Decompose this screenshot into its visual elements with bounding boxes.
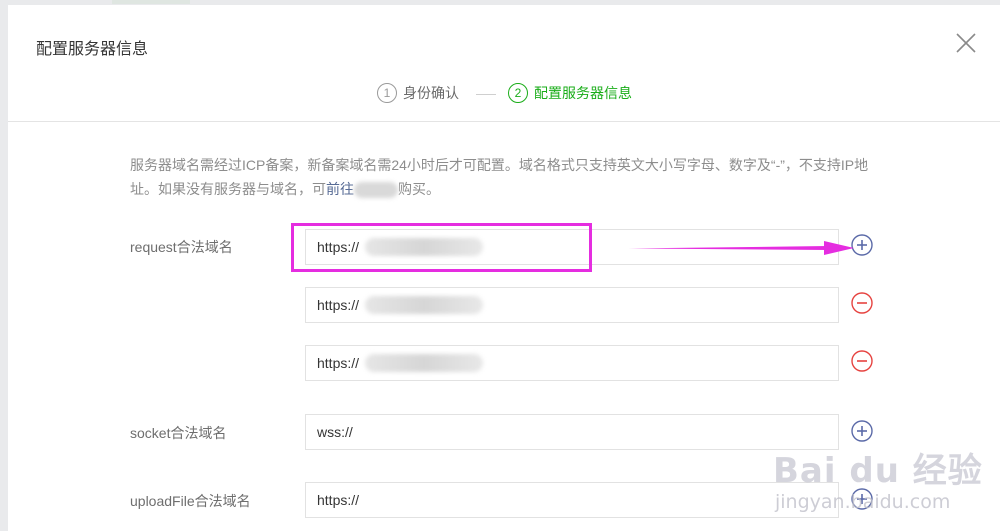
input-value: https://: [317, 355, 360, 371]
request-domain-input-2[interactable]: https://: [305, 287, 839, 323]
step-connector: [476, 94, 496, 95]
step-number: 1: [377, 83, 397, 103]
step-indicator: 1 身份确认 2 配置服务器信息: [8, 83, 1000, 107]
add-socket-domain-button[interactable]: [851, 420, 873, 442]
input-value: wss://: [317, 424, 353, 440]
config-server-dialog: 配置服务器信息 1 身份确认 2 配置服务器信息 服务器域名需经过ICP备案，新…: [8, 5, 1000, 531]
request-domain-label: request合法域名: [130, 239, 233, 255]
add-uploadfile-domain-button[interactable]: [851, 488, 873, 510]
close-icon: [956, 33, 976, 53]
redacted-domain: [365, 354, 484, 372]
notice-text-end: 购买。: [398, 181, 440, 197]
uploadfile-domain-label: uploadFile合法域名: [130, 493, 251, 509]
notice-text: 服务器域名需经过ICP备案，新备案域名需24小时后才可配置。域名格式只支持英文大…: [130, 157, 869, 197]
plus-circle-icon: [851, 488, 873, 510]
redacted-text: [354, 182, 398, 199]
socket-domain-label: socket合法域名: [130, 425, 227, 441]
step-label: 身份确认: [403, 85, 459, 101]
step-number: 2: [508, 83, 528, 103]
request-domain-input-1[interactable]: https://: [305, 229, 839, 265]
input-value: https://: [317, 297, 360, 313]
minus-circle-icon: [851, 292, 873, 314]
remove-request-domain-button[interactable]: [851, 350, 873, 372]
request-domain-input-3[interactable]: https://: [305, 345, 839, 381]
input-value: https://: [317, 239, 360, 255]
redacted-domain: [365, 296, 484, 314]
close-button[interactable]: [952, 29, 980, 57]
top-tab-accent: [112, 0, 190, 4]
remove-request-domain-button[interactable]: [851, 292, 873, 314]
socket-domain-input[interactable]: wss://: [305, 414, 839, 450]
step-identity-confirm: 1 身份确认: [377, 83, 459, 103]
plus-circle-icon: [851, 420, 873, 442]
step-config-server: 2 配置服务器信息: [508, 83, 632, 103]
domain-notice: 服务器域名需经过ICP备案，新备案域名需24小时后才可配置。域名格式只支持英文大…: [130, 153, 870, 201]
dialog-title: 配置服务器信息: [36, 41, 149, 58]
add-request-domain-button[interactable]: [851, 234, 873, 256]
minus-circle-icon: [851, 350, 873, 372]
step-label: 配置服务器信息: [534, 85, 632, 101]
purchase-link[interactable]: 前往: [326, 181, 354, 197]
plus-circle-icon: [851, 234, 873, 256]
uploadfile-domain-input[interactable]: https://: [305, 482, 839, 518]
input-value: https://: [317, 492, 360, 508]
redacted-domain: [365, 238, 484, 256]
